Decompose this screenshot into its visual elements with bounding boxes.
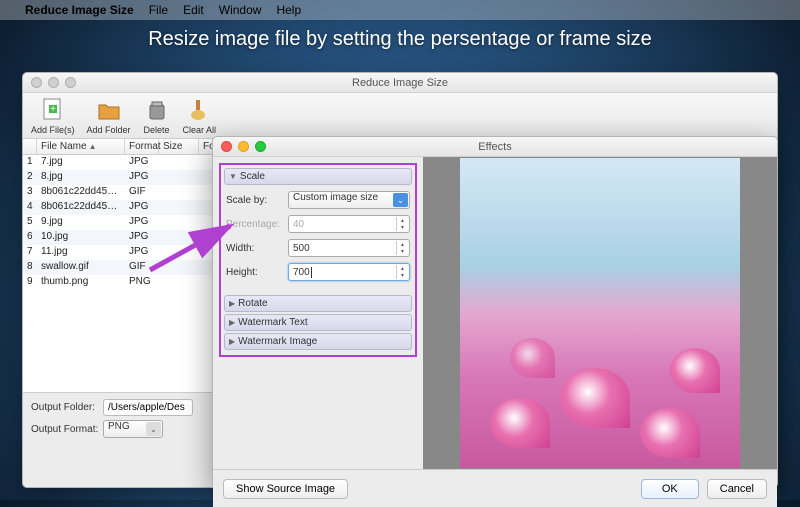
add-file-icon: + <box>39 96 67 124</box>
delete-icon <box>143 96 171 124</box>
percentage-stepper: 40▴▾ <box>288 215 410 233</box>
preview-area <box>423 157 777 469</box>
cancel-button[interactable]: Cancel <box>707 479 767 499</box>
scale-section-header[interactable]: ▼Scale <box>224 168 412 185</box>
close-icon[interactable] <box>31 77 42 88</box>
col-format[interactable]: Format <box>125 139 159 154</box>
svg-text:+: + <box>50 104 56 115</box>
height-label: Height: <box>226 267 288 278</box>
close-icon[interactable] <box>221 141 232 152</box>
show-source-button[interactable]: Show Source Image <box>223 479 348 499</box>
percentage-label: Percentage: <box>226 219 288 230</box>
chevron-down-icon: ⌄ <box>146 422 161 436</box>
ok-button[interactable]: OK <box>641 479 699 499</box>
watermark-text-section-header[interactable]: ▶Watermark Text <box>224 314 412 331</box>
chevron-updown-icon: ⌄ <box>393 193 408 207</box>
window-menu[interactable]: Window <box>219 3 262 17</box>
add-file-label: Add File(s) <box>31 125 75 135</box>
width-stepper[interactable]: 500▴▾ <box>288 239 410 257</box>
clear-all-button[interactable]: Clear All <box>183 96 217 135</box>
clear-label: Clear All <box>183 125 217 135</box>
scale-by-select[interactable]: Custom image size⌄ <box>288 191 410 209</box>
scale-by-label: Scale by: <box>226 195 288 206</box>
add-folder-label: Add Folder <box>87 125 131 135</box>
main-title: Reduce Image Size <box>352 77 448 89</box>
help-menu[interactable]: Help <box>276 3 301 17</box>
main-titlebar[interactable]: Reduce Image Size <box>23 73 777 93</box>
effects-window: Effects ▼Scale Scale by: Custom image si… <box>212 136 778 488</box>
clear-icon <box>185 96 213 124</box>
highlight-box: ▼Scale Scale by: Custom image size⌄ Perc… <box>219 163 417 357</box>
effects-titlebar[interactable]: Effects <box>213 137 777 157</box>
minimize-icon[interactable] <box>238 141 249 152</box>
minimize-icon[interactable] <box>48 77 59 88</box>
disclosure-right-icon: ▶ <box>229 299 235 308</box>
rotate-section-header[interactable]: ▶Rotate <box>224 295 412 312</box>
output-format-select[interactable]: PNG⌄ <box>103 420 163 438</box>
disclosure-right-icon: ▶ <box>229 318 235 327</box>
add-folder-icon <box>95 96 123 124</box>
edit-menu[interactable]: Edit <box>183 3 204 17</box>
add-file-button[interactable]: + Add File(s) <box>31 96 75 135</box>
add-folder-button[interactable]: Add Folder <box>87 96 131 135</box>
output-folder-label: Output Folder: <box>31 402 103 413</box>
watermark-image-section-header[interactable]: ▶Watermark Image <box>224 333 412 350</box>
file-menu[interactable]: File <box>149 3 168 17</box>
output-folder-field[interactable] <box>103 399 193 416</box>
toolbar: + Add File(s) Add Folder Delete Clear All <box>23 93 777 139</box>
menubar: Reduce Image Size File Edit Window Help <box>0 0 800 20</box>
zoom-icon[interactable] <box>65 77 76 88</box>
zoom-icon[interactable] <box>255 141 266 152</box>
sort-indicator-icon: ▲ <box>89 142 97 151</box>
preview-image <box>460 158 740 468</box>
banner-text: Resize image file by setting the persent… <box>0 20 800 59</box>
disclosure-right-icon: ▶ <box>229 337 235 346</box>
effects-footer: Show Source Image OK Cancel <box>213 469 777 507</box>
effects-title: Effects <box>478 141 511 153</box>
effects-sidebar: ▼Scale Scale by: Custom image size⌄ Perc… <box>213 157 423 469</box>
app-menu[interactable]: Reduce Image Size <box>25 3 134 17</box>
disclosure-down-icon: ▼ <box>229 172 237 181</box>
delete-button[interactable]: Delete <box>143 96 171 135</box>
delete-label: Delete <box>144 125 170 135</box>
col-filename[interactable]: File Name▲ <box>37 139 125 154</box>
height-stepper[interactable]: 700▴▾ <box>288 263 410 281</box>
col-num[interactable] <box>23 139 37 154</box>
output-format-label: Output Format: <box>31 424 103 435</box>
width-label: Width: <box>226 243 288 254</box>
col-size[interactable]: Size <box>159 139 199 154</box>
